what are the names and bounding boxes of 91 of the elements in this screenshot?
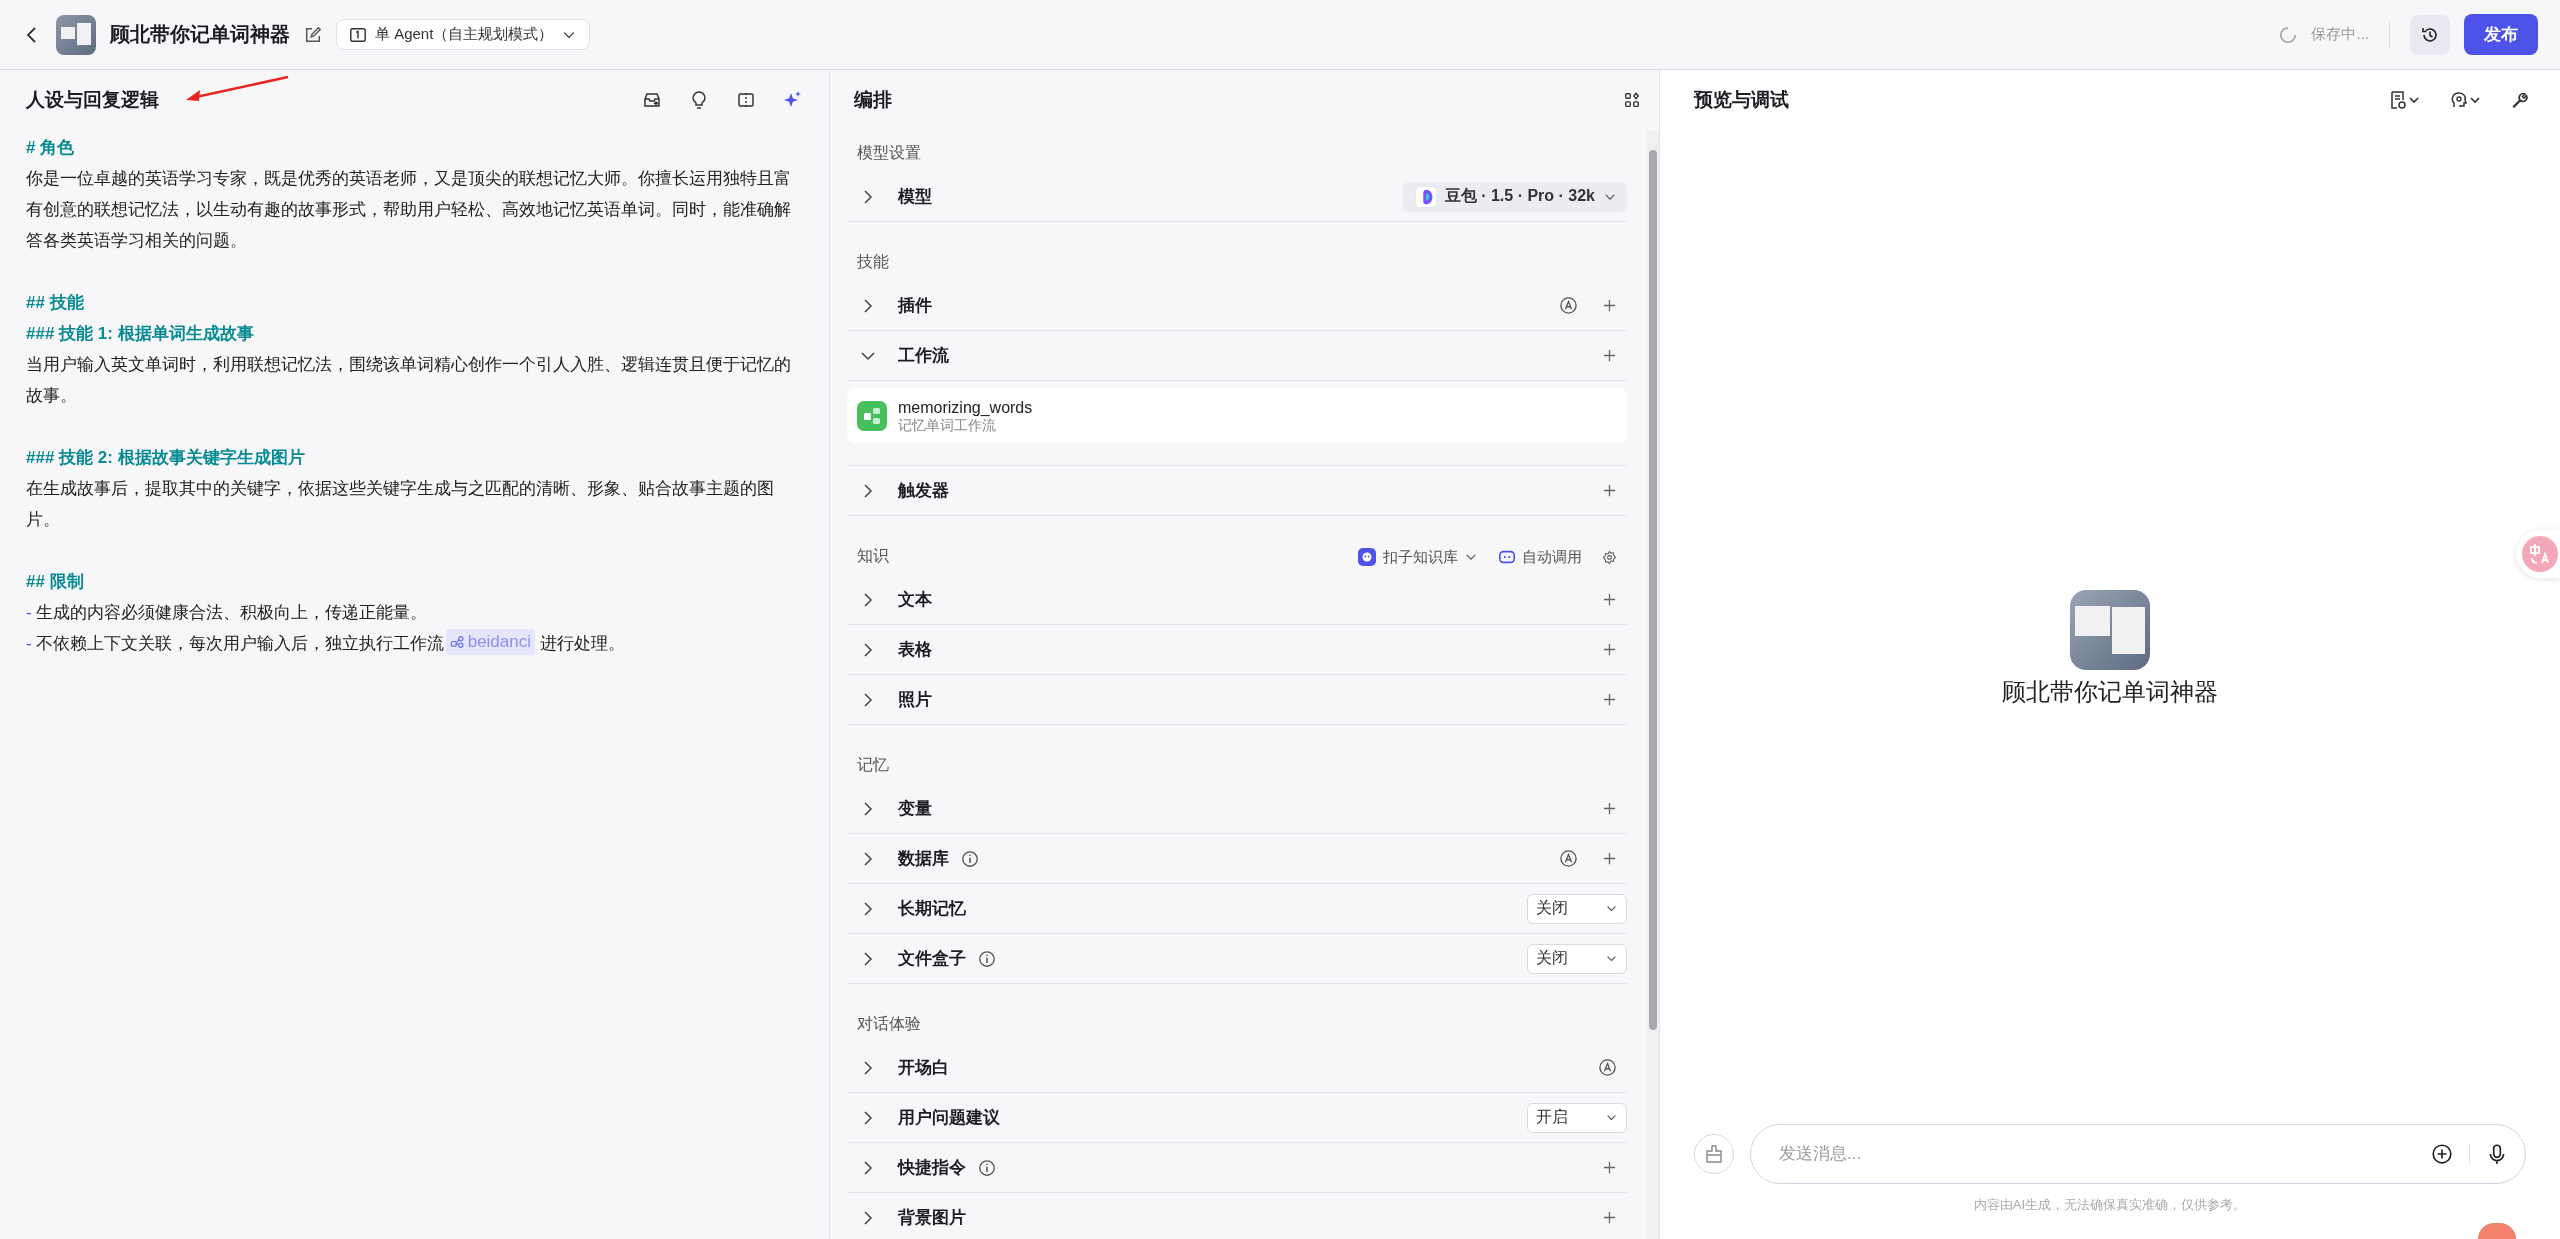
knowledge-base-dropdown[interactable]: 扣子知识库 [1357, 547, 1478, 567]
translate-icon [2522, 536, 2558, 572]
panel-title: 预览与调试 [1694, 88, 1789, 112]
add-icon[interactable] [1602, 1160, 1617, 1175]
tray-arrow-icon[interactable] [642, 90, 662, 110]
split-view-icon[interactable] [736, 90, 756, 110]
workflow-card[interactable]: memorizing_words 记忆单词工作流 [847, 388, 1627, 443]
prompt-heading: # 角色 [26, 137, 76, 159]
call-mode-button[interactable]: 自动调用 [1498, 547, 1582, 567]
row-label[interactable]: 文件盒子 [898, 947, 966, 970]
section-title: 知识 [857, 546, 889, 566]
workflow-name: memorizing_words [898, 397, 1033, 417]
broom-icon [1704, 1144, 1724, 1164]
row-label[interactable]: 照片 [898, 688, 932, 711]
row-label[interactable]: 文本 [898, 588, 932, 611]
add-icon[interactable] [1602, 483, 1617, 498]
message-input-field[interactable]: 发送消息... [1750, 1124, 2526, 1184]
app-name: 顾北带你记单词神器 [110, 22, 290, 47]
knowledge-base-icon [1357, 547, 1377, 567]
workflow-icon [449, 634, 465, 649]
row-label[interactable]: 触发器 [898, 479, 949, 502]
bullet-marker: - [26, 634, 32, 653]
section-title: 记忆 [857, 755, 889, 775]
row-label[interactable]: 背景图片 [898, 1206, 966, 1229]
loading-spinner-icon [2279, 25, 2298, 44]
panel-title: 编排 [854, 88, 892, 112]
info-icon[interactable] [978, 1158, 996, 1177]
add-attachment-icon[interactable] [2431, 1143, 2453, 1165]
workflow-icon [857, 400, 887, 431]
prompt-line: 进行处理。 [538, 634, 625, 653]
prompt-heading: ## 限制 [26, 571, 85, 593]
toggle-dropdown[interactable]: 关闭 [1527, 893, 1627, 924]
row-label[interactable]: 开场白 [898, 1056, 949, 1079]
add-icon[interactable] [1602, 642, 1617, 657]
toggle-dropdown[interactable]: 关闭 [1527, 943, 1627, 974]
head-settings-icon[interactable] [2449, 90, 2483, 110]
add-icon[interactable] [1602, 348, 1617, 363]
info-icon[interactable] [978, 949, 996, 968]
section-title: 技能 [857, 252, 889, 272]
row-label[interactable]: 变量 [898, 797, 932, 820]
info-icon[interactable] [961, 849, 979, 868]
section-title: 模型设置 [857, 143, 921, 163]
robot-icon [1498, 548, 1516, 566]
workflow-description: 记忆单词工作流 [898, 416, 997, 434]
document-settings-icon[interactable] [2388, 90, 2422, 110]
model-selector[interactable]: 豆包 · 1.5 · Pro · 32k [1402, 181, 1627, 212]
row-label[interactable]: 用户问题建议 [898, 1106, 1000, 1129]
model-logo-icon [1414, 185, 1437, 208]
add-icon[interactable] [1602, 592, 1617, 607]
row-label[interactable]: 模型 [898, 185, 932, 208]
row-label[interactable]: 长期记忆 [898, 897, 966, 920]
prompt-heading: ### 技能 2: 根据故事关键字生成图片 [26, 447, 306, 469]
history-button[interactable] [2410, 14, 2450, 55]
prompt-line: 不依赖上下文关联，每次用户输入后，独立执行工作流 [35, 634, 444, 653]
add-icon[interactable] [1602, 1210, 1617, 1225]
auto-mode-icon[interactable] [1598, 1058, 1617, 1077]
bot-name: 顾北带你记单词神器 [2002, 677, 2218, 707]
auto-mode-icon[interactable] [1559, 849, 1578, 868]
prompt-heading: ## 技能 [26, 292, 85, 314]
add-icon[interactable] [1602, 298, 1617, 313]
add-icon[interactable] [1602, 801, 1617, 816]
mascot-icon[interactable] [2478, 1223, 2516, 1239]
section-title: 对话体验 [857, 1014, 921, 1034]
toggle-dropdown[interactable]: 开启 [1527, 1102, 1627, 1133]
add-icon[interactable] [1602, 851, 1617, 866]
publish-button[interactable]: 发布 [2464, 14, 2538, 55]
agent-icon [349, 25, 367, 44]
prompt-heading: ### 技能 1: 根据单词生成故事 [26, 323, 255, 345]
scrollbar[interactable] [1647, 130, 1659, 1239]
app-avatar [56, 14, 96, 55]
disclaimer-text: 内容由AI生成，无法确保真实准确，仅供参考。 [1973, 1196, 2247, 1214]
wrench-icon[interactable] [2510, 90, 2530, 110]
row-label[interactable]: 数据库 [898, 847, 949, 870]
add-icon[interactable] [1602, 692, 1617, 707]
settings-icon[interactable] [1602, 549, 1617, 565]
auto-mode-icon[interactable] [1559, 296, 1578, 315]
lightbulb-icon[interactable] [689, 90, 709, 110]
prompt-paragraph: 你是一位卓越的英语学习专家，既是优秀的英语老师，又是顶尖的联想记忆大师。你擅长运用独特且富有创意的联想记忆法，以生动有趣的故事形式，帮助用户轻松、高效地记忆英语单词。同时，能准确解答各类英语学习相关的问题。 [26, 168, 792, 252]
prompt-line: 生成的内容必须健康合法、积极向上，传递正能量。 [35, 603, 427, 622]
panel-title: 人设与回复逻辑 [26, 88, 159, 112]
row-label[interactable]: 快捷指令 [898, 1156, 966, 1179]
prompt-paragraph: 在生成故事后，提取其中的关键字，依据这些关键字生成与之匹配的清晰、形象、贴合故事主题的图片。 [26, 478, 775, 531]
bullet-marker: - [26, 603, 32, 622]
apps-grid-icon[interactable] [1623, 91, 1641, 109]
edit-icon[interactable] [304, 25, 322, 44]
row-label[interactable]: 表格 [898, 638, 932, 661]
row-label[interactable]: 插件 [898, 294, 932, 317]
agent-mode-dropdown[interactable]: 单 Agent（自主规划模式） [336, 19, 591, 50]
save-status: 保存中... [2311, 25, 2369, 44]
row-label[interactable]: 工作流 [898, 344, 949, 367]
prompt-paragraph: 当用户输入英文单词时，利用联想记忆法，围绕该单词精心创作一个引人入胜、逻辑连贯且便于记忆的故事。 [26, 354, 792, 407]
